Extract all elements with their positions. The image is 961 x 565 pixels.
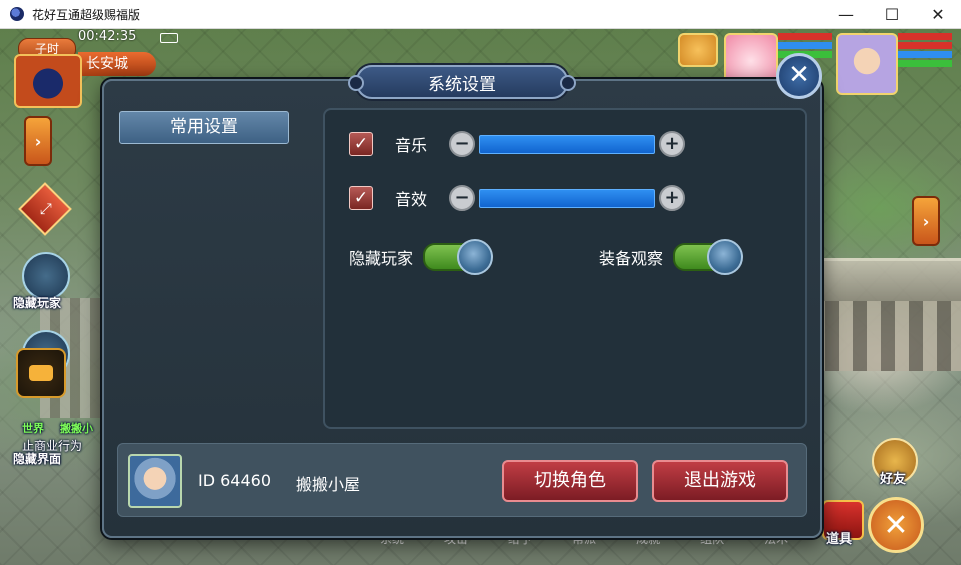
- player-name: 搬搬小屋: [296, 475, 361, 494]
- hide-players-label: 隐藏玩家: [13, 296, 62, 310]
- player-id: ID 64460: [198, 471, 272, 490]
- app-icon: [10, 7, 24, 21]
- left-expand-arrow-icon[interactable]: ›: [24, 116, 52, 166]
- window-title: 花好互通超级赐福版: [32, 7, 141, 22]
- music-volume-down-button[interactable]: −: [449, 131, 475, 157]
- chat-button[interactable]: [16, 348, 66, 398]
- sfx-checkbox[interactable]: ✓: [349, 186, 373, 210]
- hide-players-toggle[interactable]: [423, 239, 494, 275]
- window-controls: — ☐ ✕: [823, 0, 961, 28]
- hide-players-setting-label: 隐藏玩家: [349, 249, 414, 268]
- toggle-knob: [457, 239, 494, 275]
- equip-view-toggle[interactable]: [673, 239, 744, 275]
- player-avatar: [128, 454, 182, 508]
- close-menu-icon[interactable]: ✕: [868, 497, 924, 553]
- game-clock: 00:42:35: [78, 29, 137, 44]
- expand-icon: ⤢: [39, 199, 52, 218]
- minimize-button[interactable]: —: [823, 0, 869, 28]
- inventory-label: 道具: [826, 532, 853, 547]
- minimap-button[interactable]: [14, 54, 82, 108]
- chat-snippet: 搬搬小: [60, 422, 93, 435]
- equip-view-label: 装备观察: [599, 249, 664, 268]
- dialog-title-plate: 系统设置: [348, 65, 576, 99]
- exit-game-button[interactable]: 退出游戏: [652, 460, 788, 502]
- settings-panel: ✓ 音乐 − + ✓ 音效 − + 隐藏玩家 装备观察: [323, 108, 807, 429]
- player-portrait[interactable]: [836, 33, 898, 95]
- sfx-label: 音效: [395, 190, 428, 209]
- settings-dialog: 系统设置 ✕ 常用设置 ✓ 音乐 − + ✓ 音效 − + 隐藏玩家 装备观察: [102, 53, 822, 538]
- dialog-title: 系统设置: [428, 75, 496, 95]
- sfx-row: ✓ 音效 − +: [349, 185, 685, 211]
- pet-portrait[interactable]: [678, 33, 718, 67]
- friends-label: 好友: [880, 472, 907, 487]
- tab-common-settings[interactable]: 常用设置: [119, 111, 289, 144]
- music-volume-up-button[interactable]: +: [659, 131, 685, 157]
- right-expand-arrow-icon[interactable]: ›: [912, 196, 940, 246]
- close-window-button[interactable]: ✕: [915, 0, 961, 28]
- music-row: ✓ 音乐 − +: [349, 131, 685, 157]
- city-name: 长安城: [78, 52, 156, 76]
- battery-icon: [160, 33, 178, 43]
- music-volume-slider[interactable]: [479, 134, 655, 154]
- hide-players-setting: 隐藏玩家: [349, 239, 494, 275]
- maximize-button[interactable]: ☐: [869, 0, 915, 28]
- player-footer: ID 64460 搬搬小屋 切换角色 退出游戏: [117, 443, 807, 517]
- switch-role-button[interactable]: 切换角色: [502, 460, 638, 502]
- sfx-volume-up-button[interactable]: +: [659, 185, 685, 211]
- music-label: 音乐: [395, 136, 428, 155]
- sfx-volume-down-button[interactable]: −: [449, 185, 475, 211]
- equip-view-setting: 装备观察: [599, 239, 744, 275]
- dialog-close-button[interactable]: ✕: [776, 53, 822, 99]
- chat-channel-tag: 世界: [22, 422, 44, 435]
- hide-ui-label: 隐藏界面: [13, 452, 62, 466]
- window-titlebar: 花好互通超级赐福版 — ☐ ✕: [0, 0, 961, 29]
- sfx-volume-slider[interactable]: [479, 188, 655, 208]
- stone-balustrade: [811, 258, 961, 371]
- toggle-knob: [707, 239, 744, 275]
- player-status-bars: [898, 33, 952, 69]
- hide-players-button[interactable]: [22, 252, 70, 300]
- music-checkbox[interactable]: ✓: [349, 132, 373, 156]
- chat-icon: [29, 365, 53, 381]
